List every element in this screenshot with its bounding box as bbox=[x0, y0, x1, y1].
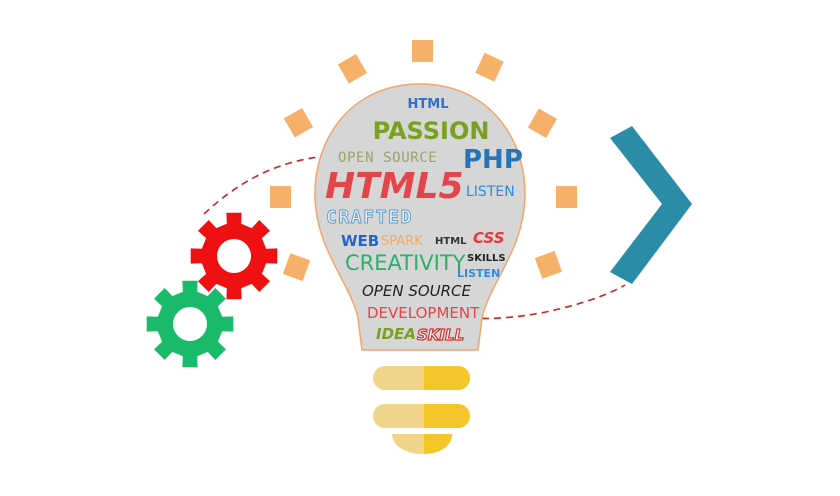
gear-hole bbox=[217, 239, 251, 273]
word-creativity: CREATIVITY bbox=[345, 251, 466, 275]
lightbulb-illustration: HTML PASSION OPEN SOURCE PHP HTML5 LISTE… bbox=[146, 40, 692, 454]
word-html-small: HTML bbox=[435, 236, 467, 247]
base-ring-lower-shade bbox=[424, 404, 470, 428]
ray bbox=[412, 40, 433, 62]
ray bbox=[283, 107, 314, 138]
gear-icon bbox=[190, 212, 278, 300]
ray bbox=[337, 53, 368, 84]
word-open-source-2: OPEN SOURCE bbox=[362, 282, 472, 300]
base-ring-upper-shade bbox=[424, 366, 470, 390]
word-html5: HTML5 bbox=[325, 166, 464, 207]
ray bbox=[475, 52, 504, 82]
gear-hole bbox=[173, 307, 207, 341]
ray bbox=[534, 250, 563, 279]
word-listen-2: LISTEN bbox=[457, 267, 500, 280]
ray bbox=[556, 186, 577, 208]
gear-icon bbox=[146, 280, 234, 368]
word-skills: SKILLS bbox=[467, 253, 506, 264]
bulb-base bbox=[373, 366, 470, 454]
word-web: WEB bbox=[341, 232, 379, 250]
word-crafted: CRAFTED bbox=[326, 207, 413, 228]
word-passion: PASSION bbox=[373, 117, 490, 145]
ray bbox=[282, 253, 311, 282]
word-listen: LISTEN bbox=[466, 184, 515, 200]
base-cap-shade bbox=[424, 434, 452, 454]
word-spark: SPARK bbox=[381, 234, 423, 249]
word-skill: SKILL bbox=[417, 326, 464, 344]
word-php: PHP bbox=[463, 145, 523, 175]
word-html: HTML bbox=[408, 97, 449, 112]
word-development: DEVELOPMENT bbox=[367, 304, 480, 322]
ray bbox=[527, 108, 558, 139]
word-idea: IDEA bbox=[376, 325, 416, 343]
chevron-right-icon bbox=[610, 126, 692, 284]
word-open-source: OPEN SOURCE bbox=[338, 150, 437, 166]
word-css: CSS bbox=[473, 229, 505, 247]
ray bbox=[270, 186, 291, 208]
